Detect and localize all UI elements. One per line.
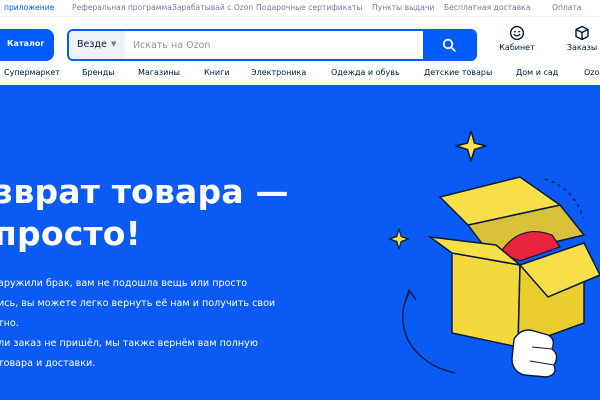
nav-item-supermarket[interactable]: Супермаркет: [4, 68, 60, 77]
top-link-gift-cards[interactable]: Подарочные сертификаты: [256, 3, 362, 12]
hand-icon: [511, 329, 558, 378]
search-input[interactable]: [125, 31, 425, 59]
top-link-payment[interactable]: Оплата: [552, 3, 582, 12]
account-button[interactable]: Кабинет: [493, 25, 541, 65]
sparkle-icon: [388, 228, 410, 250]
top-link-app[interactable]: приложение: [4, 3, 54, 12]
return-box-illustration: [388, 130, 600, 378]
search-icon: [442, 38, 456, 52]
search-scope-select[interactable]: Везде ▼: [69, 31, 125, 59]
catalog-button[interactable]: Каталог: [0, 29, 54, 61]
orders-label: Заказы: [566, 43, 598, 52]
search-bar: Везде ▼: [67, 29, 477, 61]
nav-item-ozon[interactable]: Ozo: [584, 68, 599, 77]
category-nav: Супермаркет Бренды Магазины Книги Электр…: [0, 67, 600, 85]
top-link-pickup-points[interactable]: Пункты выдачи: [372, 3, 434, 12]
top-links-bar: приложение Реферальная программа Зарабат…: [0, 0, 600, 17]
hero-banner: зврат товара — просто! аружили брак, вам…: [0, 85, 600, 400]
nav-item-books[interactable]: Книги: [204, 68, 230, 77]
search-scope-label: Везде: [77, 39, 107, 50]
sparkle-icon: [455, 130, 487, 162]
top-link-referral[interactable]: Реферальная программа: [72, 3, 172, 12]
nav-item-clothing[interactable]: Одежда и обувь: [331, 68, 400, 77]
nav-item-kids[interactable]: Детские товары: [424, 68, 492, 77]
header: Каталог Везде ▼ Кабинет Заказы: [0, 17, 600, 67]
nav-item-brands[interactable]: Бренды: [82, 68, 115, 77]
smile-icon: [509, 25, 525, 41]
search-button[interactable]: [423, 31, 475, 59]
orders-button[interactable]: Заказы: [558, 25, 600, 65]
nav-item-home-garden[interactable]: Дом и сад: [516, 68, 558, 77]
nav-item-electronics[interactable]: Электроника: [251, 68, 306, 77]
account-label: Кабинет: [499, 43, 535, 52]
return-arrow-icon: [401, 292, 456, 374]
nav-item-stores[interactable]: Магазины: [138, 68, 180, 77]
caret-down-icon: ▼: [111, 40, 117, 48]
top-link-earn[interactable]: Зарабатывай с Ozon: [172, 3, 253, 12]
top-link-free-delivery[interactable]: Бесплатная доставка: [444, 3, 530, 12]
box-icon: [575, 25, 589, 41]
